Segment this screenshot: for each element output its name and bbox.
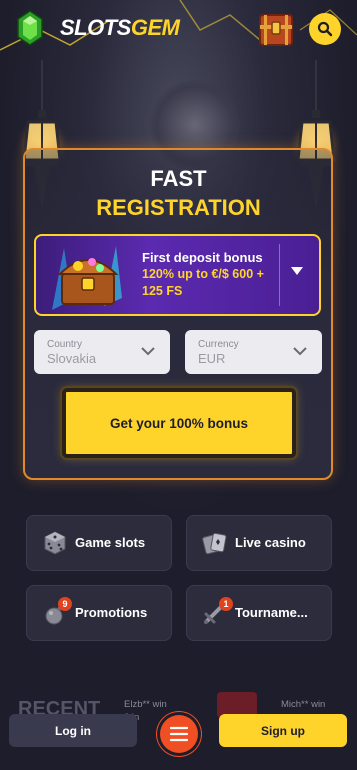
currency-select-label: Currency	[198, 339, 239, 350]
brand-logo[interactable]: SLOTSGEM	[60, 15, 180, 41]
currency-select-value: EUR	[198, 351, 226, 366]
brand-logo-part1: SLOTS	[60, 15, 131, 40]
bonus-title: First deposit bonus	[142, 250, 263, 265]
top-header: SLOTSGEM	[0, 0, 357, 58]
category-label: Tourname...	[235, 605, 308, 620]
brand-logo-part2: GEM	[130, 15, 180, 40]
gem-logo-icon[interactable]	[16, 10, 44, 46]
tournaments-badge: 1	[219, 597, 233, 611]
registration-title-line1: FAST	[150, 166, 207, 191]
search-button[interactable]	[309, 13, 341, 45]
treasure-chest-icon	[52, 246, 122, 310]
caret-down-icon[interactable]	[290, 266, 304, 276]
registration-title-line2: REGISTRATION	[96, 195, 261, 220]
bonus-subtitle: 120% up to €/$ 600 + 125 FS	[142, 267, 264, 298]
category-label: Live casino	[235, 535, 306, 550]
country-select[interactable]: Country Slovakia	[34, 330, 170, 374]
category-live-casino[interactable]: Live casino	[186, 515, 332, 571]
hamburger-icon	[170, 726, 188, 742]
bonus-selector[interactable]: First deposit bonus 120% up to €/$ 600 +…	[34, 234, 321, 316]
currency-select[interactable]: Currency EUR	[185, 330, 322, 374]
cards-icon	[202, 532, 227, 555]
category-label: Game slots	[75, 535, 146, 550]
recent-win-item: Elzb** win	[124, 699, 167, 710]
get-bonus-button[interactable]: Get your 100% bonus	[62, 388, 296, 458]
search-icon	[317, 21, 333, 37]
recent-win-item: Mich** win	[281, 699, 326, 710]
category-game-slots[interactable]: Game slots	[26, 515, 172, 571]
login-button[interactable]: Log in	[9, 714, 137, 747]
chevron-down-icon	[141, 347, 155, 356]
country-select-value: Slovakia	[47, 351, 97, 366]
category-promotions[interactable]: 9 Promotions	[26, 585, 172, 641]
treasure-chest-icon[interactable]	[256, 10, 296, 48]
country-select-label: Country	[47, 339, 83, 350]
category-label: Promotions	[75, 605, 148, 620]
dice-icon	[44, 531, 66, 555]
menu-button[interactable]	[160, 715, 198, 753]
bonus-divider	[279, 244, 280, 306]
promotions-badge: 9	[58, 597, 72, 611]
signup-button[interactable]: Sign up	[219, 714, 347, 747]
chevron-down-icon	[293, 347, 307, 356]
category-tournaments[interactable]: 1 Tourname...	[186, 585, 332, 641]
